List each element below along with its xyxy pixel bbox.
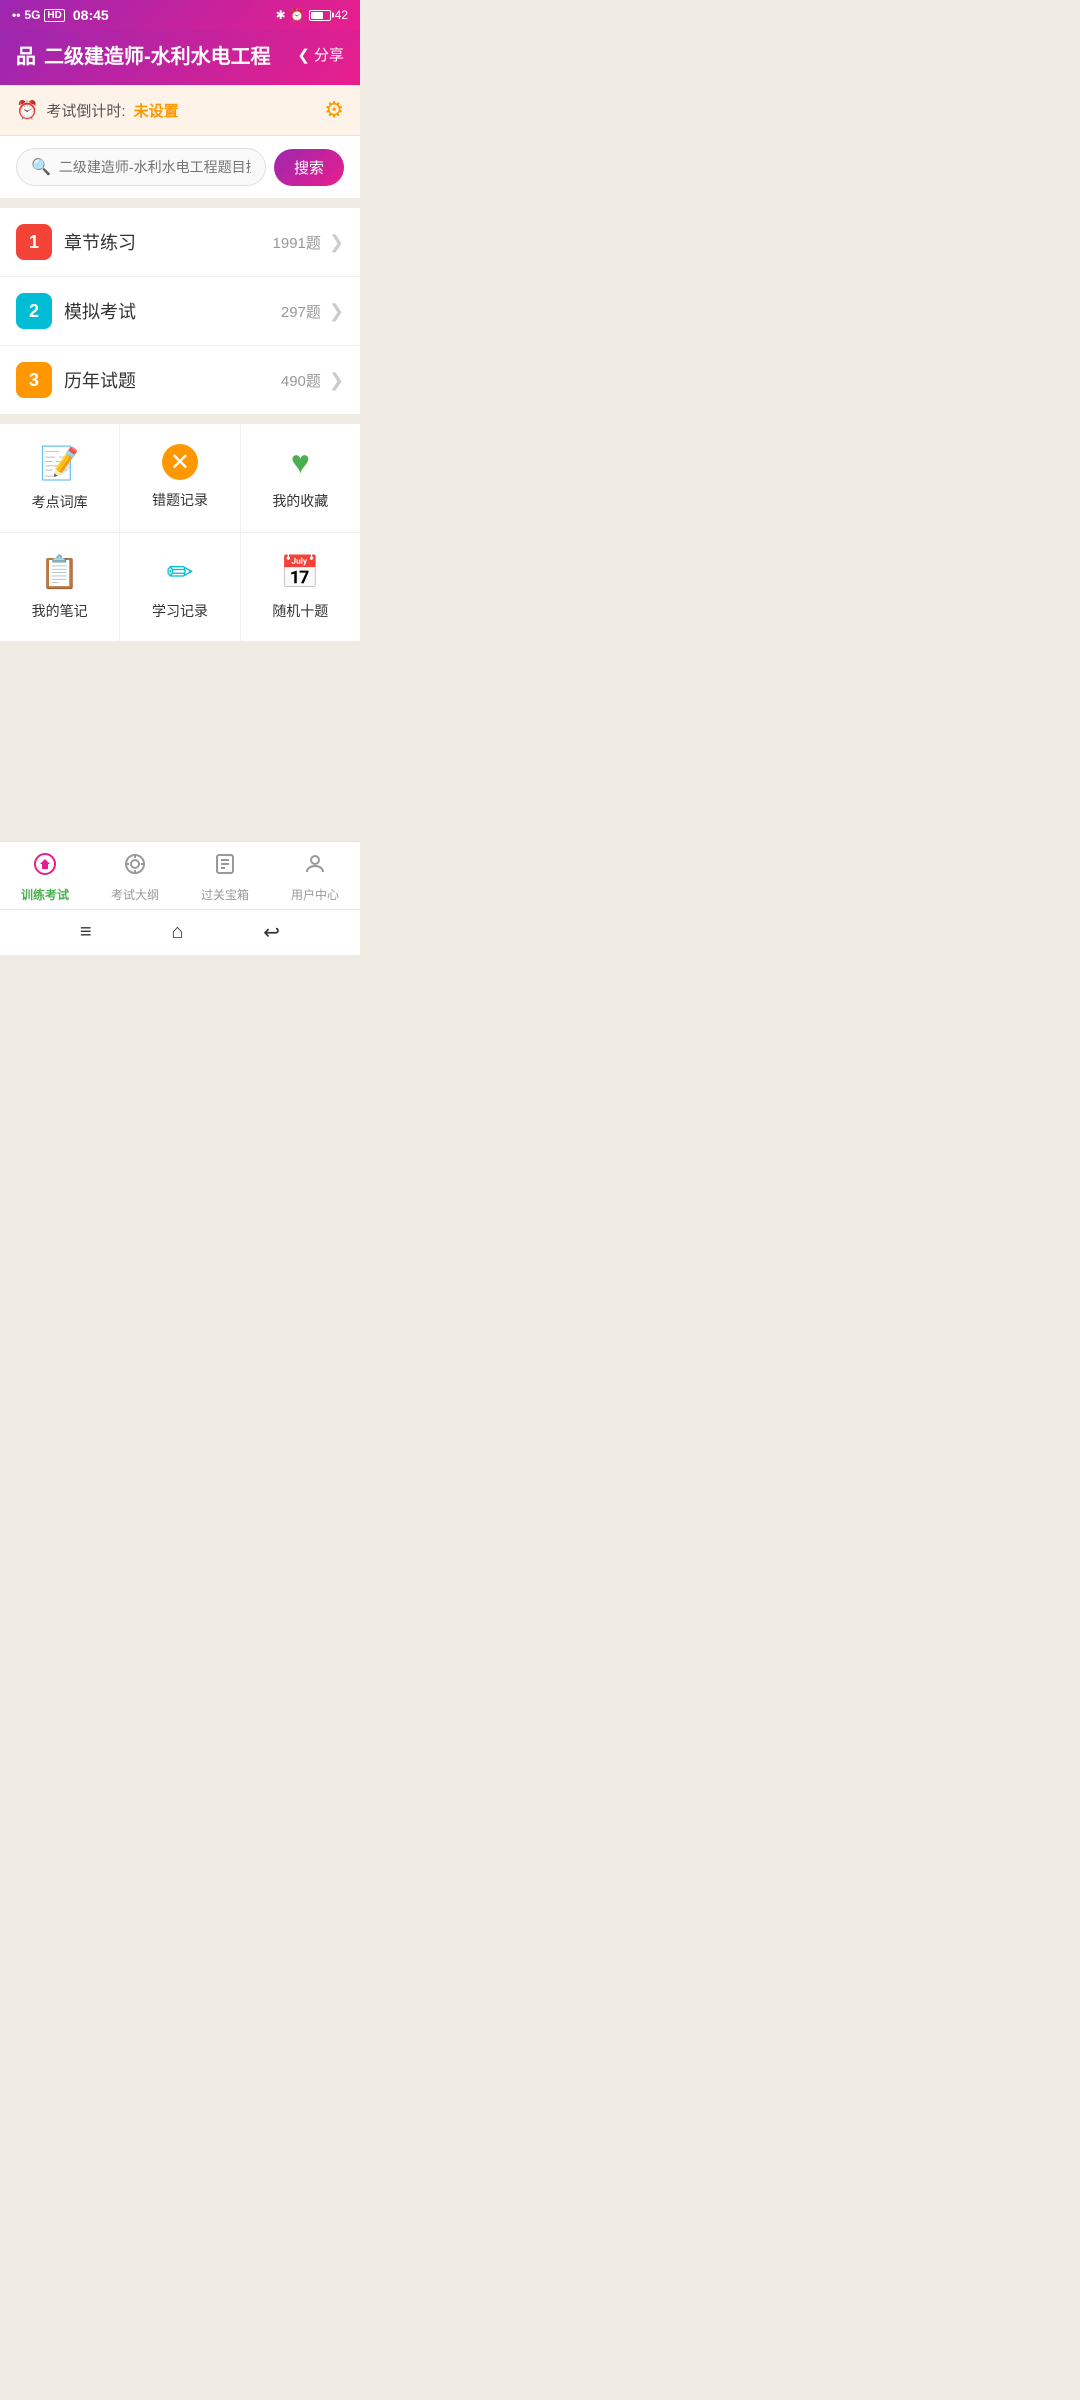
user-icon	[303, 852, 327, 882]
menu-item-history[interactable]: 3 历年试题 490题 ❯	[0, 346, 360, 414]
menu-count-1: 1991题	[273, 232, 321, 253]
nav-item-train[interactable]: 训练考试	[0, 852, 90, 903]
grid-label-wrongquestions: 错题记录	[152, 490, 208, 510]
nav-label-train: 训练考试	[21, 886, 69, 903]
menu-num-3: 3	[16, 362, 52, 398]
nav-label-treasure: 过关宝箱	[201, 886, 249, 903]
countdown-left: ⏰ 考试倒计时: 未设置	[16, 100, 179, 121]
grid-label-notes: 我的笔记	[32, 601, 88, 621]
menu-count-2: 297题	[281, 301, 321, 322]
status-bar: •• 5G HD 08:45 ✱ ⏰ 42	[0, 0, 360, 30]
grid-item-favorites[interactable]: ♥ 我的收藏	[241, 424, 360, 532]
search-row: 🔍 搜索	[16, 148, 344, 186]
countdown-clock-icon: ⏰	[16, 100, 38, 121]
menu-arrow-2: ❯	[329, 301, 344, 322]
nav-label-outline: 考试大纲	[111, 886, 159, 903]
app-logo-icon: 品	[16, 40, 36, 69]
time-display: 08:45	[73, 7, 109, 23]
grid-item-random[interactable]: 📅 随机十题	[241, 533, 360, 641]
search-button[interactable]: 搜索	[274, 149, 344, 186]
book-icon	[213, 852, 237, 882]
menu-arrow-3: ❯	[329, 370, 344, 391]
signal-type: 5G	[24, 8, 40, 22]
sys-home-button[interactable]: ⌂	[171, 921, 183, 944]
grid-label-wordbank: 考点词库	[32, 492, 88, 512]
menu-num-2: 2	[16, 293, 52, 329]
menu-label-3: 历年试题	[64, 367, 281, 393]
hd-label: HD	[44, 9, 64, 22]
header-title-container: 品 二级建造师-水利水电工程	[16, 40, 271, 69]
search-section: 🔍 搜索	[0, 136, 360, 198]
nav-item-treasure[interactable]: 过关宝箱	[180, 852, 270, 903]
menu-num-1: 1	[16, 224, 52, 260]
nav-item-outline[interactable]: 考试大纲	[90, 852, 180, 903]
settings-icon[interactable]: ⚙	[324, 97, 344, 123]
search-icon: 🔍	[31, 157, 51, 177]
edit-icon: ✏	[167, 553, 194, 591]
binoculars-icon: 📅	[280, 553, 320, 591]
nav-label-user: 用户中心	[291, 886, 339, 903]
system-nav: ≡ ⌂ ↩	[0, 909, 360, 955]
sys-back-button[interactable]: ↩	[263, 920, 280, 945]
empty-content-area	[0, 641, 360, 841]
grid-row-2: 📋 我的笔记 ✏ 学习记录 📅 随机十题	[0, 533, 360, 641]
countdown-key: 考试倒计时:	[46, 100, 125, 121]
grid-label-favorites: 我的收藏	[272, 491, 328, 511]
signal-icon: ••	[12, 8, 20, 22]
grid-item-notes[interactable]: 📋 我的笔记	[0, 533, 120, 641]
grid-label-studylog: 学习记录	[152, 601, 208, 621]
notes-icon: 📋	[40, 553, 80, 591]
search-input[interactable]	[59, 159, 251, 175]
battery-percent: 42	[335, 8, 348, 22]
grid-item-wordbank[interactable]: 📝 考点词库	[0, 424, 120, 532]
close-circle-icon: ✕	[162, 444, 198, 480]
grid-item-wrongquestions[interactable]: ✕ 错题记录	[120, 424, 240, 532]
nav-item-user[interactable]: 用户中心	[270, 852, 360, 903]
share-button[interactable]: ❮ 分享	[297, 44, 344, 65]
target-icon	[123, 852, 147, 882]
menu-arrow-1: ❯	[329, 232, 344, 253]
menu-item-chapter[interactable]: 1 章节练习 1991题 ❯	[0, 208, 360, 277]
status-right: ✱ ⏰ 42	[276, 8, 348, 22]
search-bar: 🔍	[16, 148, 266, 186]
menu-section: 1 章节练习 1991题 ❯ 2 模拟考试 297题 ❯ 3 历年试题 490题…	[0, 208, 360, 414]
countdown-bar: ⏰ 考试倒计时: 未设置 ⚙	[0, 85, 360, 136]
grid-label-random: 随机十题	[272, 601, 328, 621]
home-circle-icon	[33, 852, 57, 882]
menu-item-mock[interactable]: 2 模拟考试 297题 ❯	[0, 277, 360, 346]
countdown-value: 未设置	[134, 100, 179, 121]
bottom-nav: 训练考试 考试大纲 过关宝箱	[0, 841, 360, 909]
sys-menu-button[interactable]: ≡	[80, 921, 92, 944]
app-header: 品 二级建造师-水利水电工程 ❮ 分享	[0, 30, 360, 85]
menu-label-2: 模拟考试	[64, 298, 281, 324]
share-icon: ❮	[297, 46, 310, 64]
alarm-icon: ⏰	[290, 8, 305, 22]
app-title: 二级建造师-水利水电工程	[44, 40, 271, 69]
grid-row-1: 📝 考点词库 ✕ 错题记录 ♥ 我的收藏	[0, 424, 360, 533]
share-label: 分享	[314, 44, 344, 65]
battery-fill	[311, 12, 324, 19]
status-left: •• 5G HD 08:45	[12, 7, 109, 23]
menu-count-3: 490题	[281, 370, 321, 391]
bluetooth-icon: ✱	[276, 8, 286, 22]
pencil-icon: 📝	[40, 444, 80, 482]
battery-icon	[309, 10, 331, 21]
heart-icon: ♥	[291, 444, 310, 481]
menu-label-1: 章节练习	[64, 229, 273, 255]
grid-section: 📝 考点词库 ✕ 错题记录 ♥ 我的收藏 📋 我的笔记 ✏ 学习记录 📅 随机十…	[0, 424, 360, 641]
grid-item-studylog[interactable]: ✏ 学习记录	[120, 533, 240, 641]
